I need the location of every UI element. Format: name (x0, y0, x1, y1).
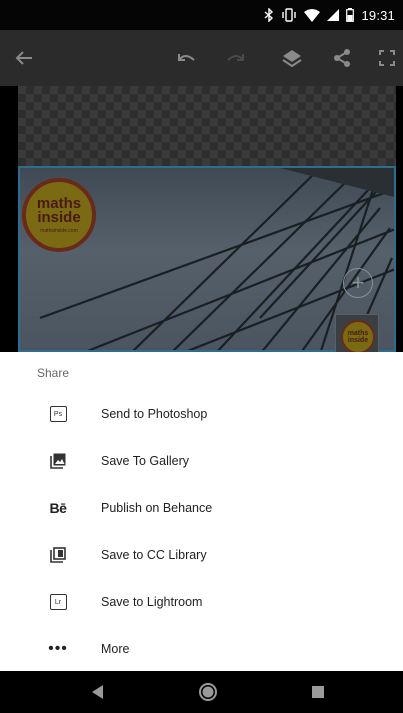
lightroom-icon-text: Lr (49, 594, 67, 610)
thumb-text-line1: maths (347, 330, 369, 337)
share-item-more[interactable]: ••• More (0, 626, 403, 672)
back-arrow-icon[interactable] (10, 44, 38, 72)
behance-icon: Bē (48, 498, 68, 518)
photoshop-icon: Ps (48, 404, 68, 424)
wifi-icon (304, 8, 321, 22)
status-bar: 19:31 (0, 0, 403, 30)
share-item-gallery[interactable]: Save To Gallery (0, 438, 403, 484)
lightroom-icon: Lr (48, 592, 68, 612)
share-item-label: Save to Lightroom (101, 595, 203, 609)
share-item-behance[interactable]: Bē Publish on Behance (0, 485, 403, 531)
bluetooth-icon (264, 8, 274, 22)
layers-icon[interactable] (278, 44, 306, 72)
signal-icon (327, 9, 340, 21)
share-item-label: More (101, 642, 130, 656)
fullscreen-icon[interactable] (373, 44, 401, 72)
share-sheet: Share Ps Send to Photoshop Save To Galle… (0, 352, 403, 671)
nav-back-icon[interactable] (87, 681, 109, 703)
maths-inside-logo[interactable]: maths inside mathsinside.com (22, 178, 96, 252)
add-layer-button[interactable]: + (343, 268, 373, 298)
undo-icon[interactable] (172, 44, 200, 72)
share-item-photoshop[interactable]: Ps Send to Photoshop (0, 391, 403, 437)
share-sheet-title: Share (37, 366, 70, 380)
vibrate-icon (281, 8, 297, 22)
photoshop-icon-text: Ps (49, 406, 67, 422)
share-icon[interactable] (328, 44, 356, 72)
cc-library-icon (48, 545, 68, 565)
share-item-lightroom[interactable]: Lr Save to Lightroom (0, 579, 403, 625)
logo-text-line3: mathsinside.com (40, 227, 78, 234)
editor-toolbar (0, 30, 403, 86)
thumb-text-line2: inside (347, 337, 369, 344)
share-item-label: Publish on Behance (101, 501, 213, 515)
system-nav-bar (0, 671, 403, 713)
behance-icon-text: Bē (49, 500, 67, 516)
share-item-label: Send to Photoshop (101, 407, 208, 421)
share-item-label: Save to CC Library (101, 548, 207, 562)
logo-text-line2: inside (37, 208, 81, 226)
more-icon-text: ••• (48, 640, 68, 657)
share-item-label: Save To Gallery (101, 454, 190, 468)
thumbnail-logo: maths inside (341, 320, 375, 352)
layer-thumbnail[interactable]: maths inside (335, 314, 379, 352)
battery-icon (346, 8, 355, 22)
status-icons: 19:31 (264, 6, 395, 24)
nav-recents-icon[interactable] (307, 681, 329, 703)
canvas-area[interactable]: maths inside mathsinside.com + maths ins… (0, 86, 403, 352)
gallery-icon (48, 451, 68, 471)
redo-icon[interactable] (222, 44, 250, 72)
nav-home-icon[interactable] (197, 681, 219, 703)
share-item-cc-library[interactable]: Save to CC Library (0, 532, 403, 578)
more-icon: ••• (48, 639, 68, 659)
plus-icon: + (351, 270, 365, 295)
status-time: 19:31 (361, 7, 395, 23)
